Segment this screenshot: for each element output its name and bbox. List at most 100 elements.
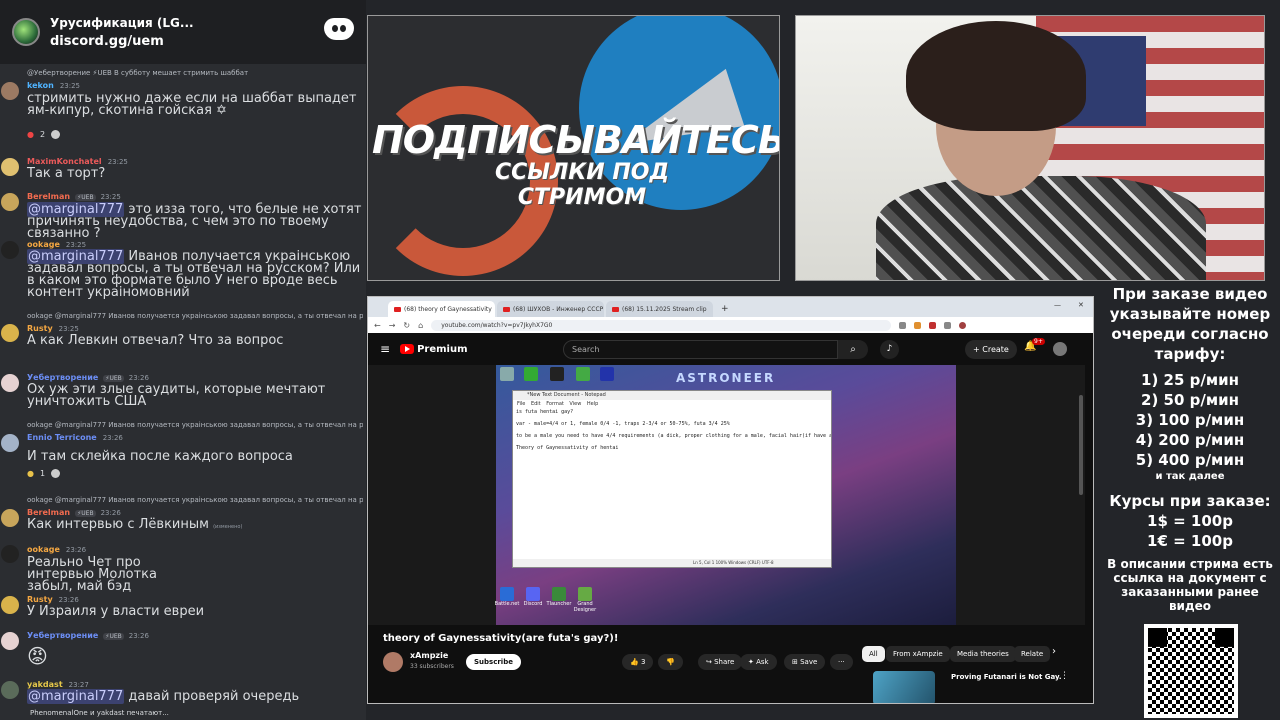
search-icon[interactable]: ⌕	[838, 340, 868, 359]
reload-icon[interactable]: ↻	[403, 321, 410, 330]
timestamp: 23:26	[58, 596, 79, 604]
avatar[interactable]	[1, 596, 19, 614]
discord-icon	[526, 587, 540, 601]
close-icon[interactable]: ✕	[1078, 301, 1084, 309]
avatar[interactable]	[1, 509, 19, 527]
like-button[interactable]: 👍 3	[622, 654, 654, 670]
role-badge: ⚡UEB	[103, 375, 124, 382]
ask-button[interactable]: ✦ Ask	[740, 654, 777, 670]
recommended-title[interactable]: Proving Futanari is Not Gay.	[951, 673, 1062, 681]
username[interactable]: ookage	[27, 545, 60, 554]
recommended-thumbnail[interactable]	[873, 671, 935, 703]
more-actions-button[interactable]: ···	[830, 654, 853, 670]
reply-preview[interactable]: @Уебертворение ⚡UEB В субботу мешает стр…	[27, 69, 363, 77]
course-rate: 1€ = 100р	[1147, 532, 1233, 550]
extension-icon[interactable]	[914, 321, 922, 329]
discord-header: Урусификация (LG... discord.gg/uem	[0, 0, 366, 64]
subscribe-button[interactable]: Subscribe	[466, 654, 521, 670]
search-input[interactable]: Search	[563, 340, 838, 359]
save-button[interactable]: ⊞ Save	[784, 654, 826, 670]
create-button[interactable]: + Create	[965, 340, 1017, 359]
chip-from-channel[interactable]: From xAmpzie	[886, 646, 950, 662]
desktop-icon	[600, 367, 614, 381]
add-reaction-icon[interactable]	[51, 468, 61, 478]
url-input[interactable]: youtube.com/watch?v=pv7JkyhX7G0	[431, 319, 892, 331]
message-header: Rusty 23:25	[27, 324, 79, 333]
invite-link[interactable]: discord.gg/uem	[50, 34, 194, 49]
avatar[interactable]	[1, 374, 19, 392]
tariff-item: 3) 100 р/мин	[1135, 411, 1245, 429]
reply-preview[interactable]: ookage @marginal777 Иванов получается ук…	[27, 421, 363, 429]
tab-title: (68) 15.11.2025 Stream clip	[622, 305, 707, 313]
avatar[interactable]	[1, 434, 19, 452]
video-frame[interactable]: ASTRONEER Battle.net Discord Tlauncher G…	[495, 365, 956, 625]
channel-avatar[interactable]	[383, 652, 403, 672]
user-mention[interactable]: @marginal777	[27, 689, 125, 704]
extension-icon[interactable]	[929, 321, 937, 329]
reply-preview[interactable]: ookage @marginal777 Иванов получается ук…	[27, 496, 363, 504]
tlauncher-icon	[552, 587, 566, 601]
avatar[interactable]	[1, 681, 19, 699]
avatar[interactable]	[1, 193, 19, 211]
username[interactable]: Rusty	[27, 595, 53, 604]
youtube-logo[interactable]: Premium	[400, 344, 468, 355]
username[interactable]: Ennio Terricone	[27, 433, 97, 442]
timestamp: 23:25	[65, 241, 87, 249]
desktop-icon	[576, 367, 590, 381]
avatar[interactable]	[1, 158, 19, 176]
username[interactable]: Уебертворение	[27, 631, 98, 640]
chip-media-theories[interactable]: Media theories	[950, 646, 1016, 662]
dislike-button[interactable]: 👎	[658, 654, 683, 670]
server-icon[interactable]	[12, 18, 40, 46]
avatar[interactable]	[1, 82, 19, 100]
reaction[interactable]: ● 2	[27, 128, 61, 140]
forward-icon[interactable]: →	[389, 321, 396, 330]
qr-code	[1144, 624, 1238, 718]
back-icon[interactable]: ←	[374, 321, 381, 330]
chip-all[interactable]: All	[862, 646, 885, 662]
username[interactable]: Rusty	[27, 324, 53, 333]
video-player[interactable]: ASTRONEER Battle.net Discord Tlauncher G…	[368, 365, 1085, 625]
avatar[interactable]	[1, 324, 19, 342]
username[interactable]: kekon	[27, 81, 54, 90]
browser-tab[interactable]: (68) theory of Gaynessativity	[388, 301, 495, 317]
username[interactable]: Berelman	[27, 192, 70, 201]
add-reaction-icon[interactable]	[51, 129, 61, 139]
desktop-icon-label: Grand Designer	[573, 601, 597, 613]
extension-icon[interactable]	[944, 321, 952, 329]
promo-title: ПОДПИСЫВАЙТЕСЬ	[372, 118, 780, 162]
home-icon[interactable]: ⌂	[418, 321, 423, 330]
reaction-count: 1	[39, 468, 46, 478]
username[interactable]: Berelman	[27, 508, 70, 517]
profile-icon[interactable]	[959, 321, 967, 329]
timestamp: 23:26	[100, 509, 121, 517]
new-tab-icon[interactable]: +	[721, 304, 729, 314]
reaction[interactable]: ● 1	[27, 467, 61, 479]
avatar[interactable]	[1, 241, 19, 259]
avatar[interactable]	[1, 545, 19, 563]
avatar[interactable]	[1053, 342, 1067, 356]
game-icon	[578, 587, 592, 601]
extension-icon[interactable]	[899, 321, 907, 329]
reaction-count: 2	[39, 129, 46, 139]
chip-related[interactable]: Relate	[1014, 646, 1050, 662]
notepad-status: Ln 5, Col 1 100% Windows (CRLF) UTF-8	[513, 559, 831, 567]
channel-name[interactable]: xAmpzie	[410, 651, 448, 660]
notepad-window: *New Text Document - Notepad File Edit F…	[512, 390, 832, 568]
avatar[interactable]	[1, 632, 19, 650]
more-vert-icon[interactable]: ⋮	[1060, 671, 1069, 681]
scrollbar[interactable]	[1079, 395, 1083, 495]
minimize-icon[interactable]: —	[1054, 301, 1061, 309]
reply-preview[interactable]: ookage @marginal777 Иванов получается ук…	[27, 312, 363, 320]
username[interactable]: ookage	[27, 240, 60, 249]
share-button[interactable]: ↪ Share	[698, 654, 743, 670]
username[interactable]: Уебертворение	[27, 373, 98, 382]
username[interactable]: MaximKonchatel	[27, 157, 102, 166]
username[interactable]: yakdast	[27, 680, 63, 689]
browser-tab[interactable]: (68) 15.11.2025 Stream clip	[606, 301, 713, 317]
microphone-icon[interactable]: ♪	[880, 340, 899, 359]
message-header: Ennio Terricone 23:26	[27, 433, 123, 442]
menu-icon[interactable]: ≡	[380, 342, 390, 356]
browser-tab[interactable]: (68) ШУХОВ - Инженер СССР	[497, 301, 604, 317]
chevron-right-icon[interactable]: ›	[1052, 646, 1056, 657]
